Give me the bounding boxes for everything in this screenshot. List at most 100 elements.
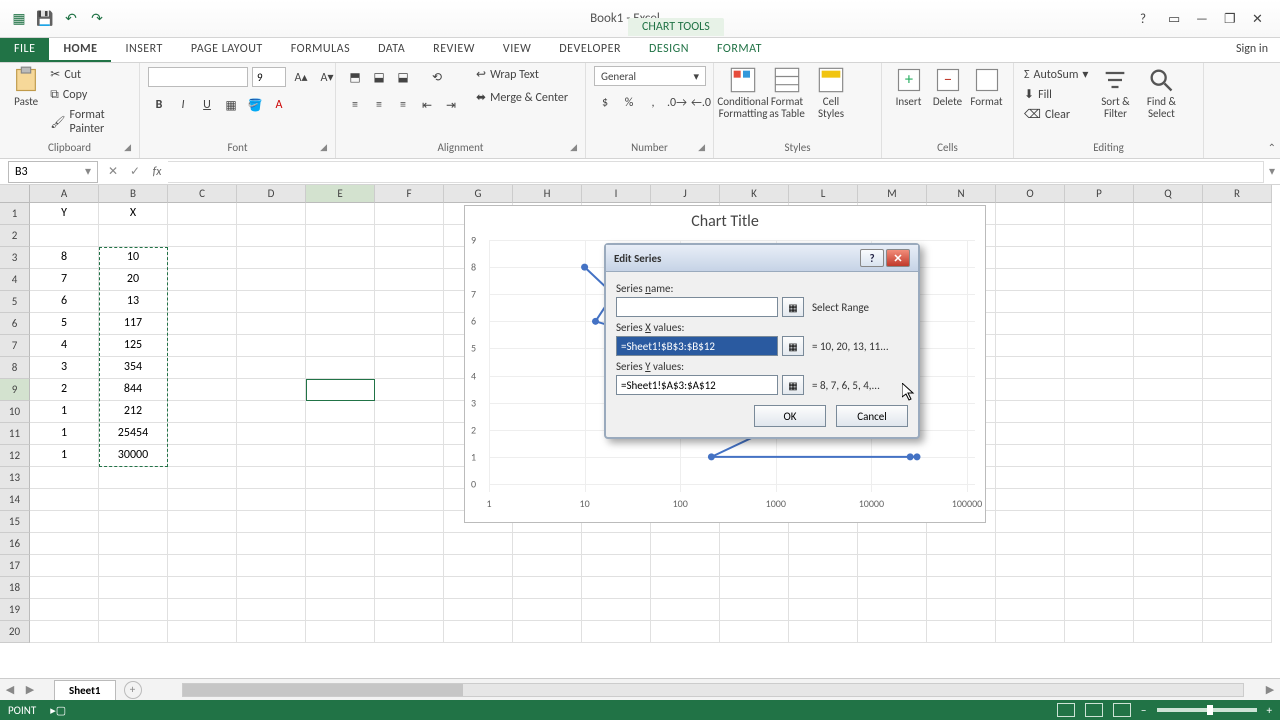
orientation-icon[interactable]: ⟲ xyxy=(426,66,448,88)
cell[interactable] xyxy=(858,555,927,577)
row-header[interactable]: 18 xyxy=(0,577,30,599)
tab-data[interactable]: DATA xyxy=(364,38,419,62)
cell[interactable] xyxy=(996,621,1065,643)
collapse-ribbon-icon[interactable]: ⌃ xyxy=(1268,141,1276,154)
cell[interactable] xyxy=(306,599,375,621)
cell[interactable] xyxy=(996,577,1065,599)
undo-icon[interactable]: ↶ xyxy=(62,10,80,28)
cell[interactable] xyxy=(1134,599,1203,621)
cell[interactable] xyxy=(1065,203,1134,225)
align-middle-icon[interactable]: ⬓ xyxy=(368,66,390,88)
border-button[interactable]: ▦ xyxy=(220,94,242,116)
cell[interactable] xyxy=(1065,621,1134,643)
series-y-input[interactable] xyxy=(616,375,778,395)
cell[interactable] xyxy=(375,511,444,533)
cell[interactable] xyxy=(651,599,720,621)
cell[interactable] xyxy=(1134,621,1203,643)
cell[interactable] xyxy=(237,511,306,533)
cell[interactable] xyxy=(30,555,99,577)
underline-button[interactable]: U xyxy=(196,94,218,116)
cell[interactable]: 1 xyxy=(30,445,99,467)
column-header[interactable]: N xyxy=(927,185,996,203)
cell[interactable] xyxy=(1134,203,1203,225)
enter-formula-icon[interactable]: ✓ xyxy=(124,161,146,183)
align-center-icon[interactable]: ≡ xyxy=(368,94,390,116)
cell[interactable] xyxy=(1203,577,1272,599)
column-header[interactable]: H xyxy=(513,185,582,203)
row-header[interactable]: 15 xyxy=(0,511,30,533)
alignment-dialog-launcher[interactable]: ◢ xyxy=(570,142,577,153)
cell[interactable] xyxy=(1065,467,1134,489)
column-header[interactable]: K xyxy=(720,185,789,203)
row-header[interactable]: 17 xyxy=(0,555,30,577)
cell[interactable] xyxy=(1134,379,1203,401)
cell[interactable] xyxy=(927,555,996,577)
cell[interactable] xyxy=(720,621,789,643)
cell[interactable] xyxy=(1065,225,1134,247)
cell[interactable] xyxy=(513,577,582,599)
align-right-icon[interactable]: ≡ xyxy=(392,94,414,116)
column-header[interactable]: R xyxy=(1203,185,1272,203)
column-header[interactable]: O xyxy=(996,185,1065,203)
cell[interactable] xyxy=(306,291,375,313)
increase-decimal-icon[interactable]: .0→ xyxy=(666,92,688,114)
cell[interactable] xyxy=(1065,335,1134,357)
cell[interactable]: 30000 xyxy=(99,445,168,467)
row-header[interactable]: 2 xyxy=(0,225,30,247)
cell[interactable] xyxy=(237,335,306,357)
restore-icon[interactable]: ❐ xyxy=(1224,12,1238,26)
cell[interactable] xyxy=(651,577,720,599)
cell[interactable] xyxy=(789,577,858,599)
ok-button[interactable]: OK xyxy=(754,405,826,427)
align-top-icon[interactable]: ⬒ xyxy=(344,66,366,88)
cell[interactable] xyxy=(237,203,306,225)
cell[interactable] xyxy=(306,357,375,379)
cell[interactable] xyxy=(306,225,375,247)
align-bottom-icon[interactable]: ⬓ xyxy=(392,66,414,88)
cell[interactable] xyxy=(996,555,1065,577)
cell[interactable] xyxy=(996,401,1065,423)
cell[interactable]: 5 xyxy=(30,313,99,335)
cell[interactable] xyxy=(1134,423,1203,445)
cell[interactable] xyxy=(1203,533,1272,555)
clipboard-dialog-launcher[interactable]: ◢ xyxy=(124,142,131,153)
cell[interactable] xyxy=(99,511,168,533)
row-header[interactable]: 4 xyxy=(0,269,30,291)
autosum-button[interactable]: ΣAutoSum▾ xyxy=(1022,66,1090,83)
cell[interactable] xyxy=(1134,555,1203,577)
row-header[interactable]: 19 xyxy=(0,599,30,621)
macro-record-icon[interactable]: ▸▢ xyxy=(50,704,66,717)
cell[interactable] xyxy=(306,555,375,577)
number-format-select[interactable]: General▾ xyxy=(594,66,706,86)
cell[interactable] xyxy=(237,621,306,643)
row-header[interactable]: 10 xyxy=(0,401,30,423)
cell[interactable] xyxy=(1203,555,1272,577)
cell[interactable] xyxy=(168,555,237,577)
cell[interactable] xyxy=(996,423,1065,445)
row-header[interactable]: 14 xyxy=(0,489,30,511)
cell[interactable] xyxy=(513,555,582,577)
cell[interactable] xyxy=(99,621,168,643)
row-header[interactable]: 12 xyxy=(0,445,30,467)
increase-indent-icon[interactable]: ⇥ xyxy=(440,94,462,116)
cell[interactable] xyxy=(306,621,375,643)
cell[interactable] xyxy=(1134,467,1203,489)
cell[interactable] xyxy=(375,269,444,291)
cell[interactable] xyxy=(237,291,306,313)
cell[interactable] xyxy=(375,467,444,489)
cell[interactable] xyxy=(306,401,375,423)
cell[interactable] xyxy=(99,599,168,621)
merge-center-button[interactable]: ⬌Merge & Center xyxy=(474,89,570,106)
zoom-slider[interactable] xyxy=(1157,708,1257,712)
cell[interactable] xyxy=(237,599,306,621)
column-header[interactable]: C xyxy=(168,185,237,203)
row-header[interactable]: 7 xyxy=(0,335,30,357)
sort-filter-button[interactable]: Sort & Filter xyxy=(1094,66,1136,120)
cell[interactable] xyxy=(1203,379,1272,401)
cell[interactable] xyxy=(375,357,444,379)
tab-file[interactable]: FILE xyxy=(0,38,49,62)
cell[interactable] xyxy=(1134,489,1203,511)
cell[interactable] xyxy=(444,555,513,577)
cell[interactable]: 3 xyxy=(30,357,99,379)
cell[interactable] xyxy=(375,291,444,313)
